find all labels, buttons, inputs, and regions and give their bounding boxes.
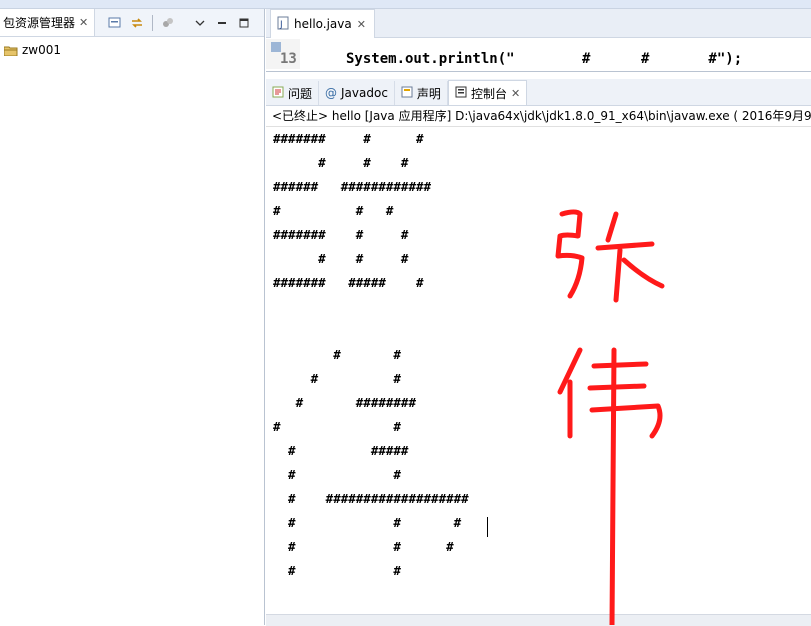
text-caret xyxy=(487,517,488,537)
console-output-line: # # # xyxy=(273,515,462,530)
tab-console[interactable]: 控制台 ✕ xyxy=(447,80,528,105)
editor-area: J hello.java ✕ 13 System.out.println(" #… xyxy=(266,9,811,72)
console-output-line: # # xyxy=(273,371,401,386)
console-output-line: # # xyxy=(273,347,401,362)
console-output-line: # # # xyxy=(273,251,409,266)
link-with-editor-icon[interactable] xyxy=(130,16,144,30)
view-menu-icon[interactable] xyxy=(193,16,207,30)
console-output[interactable]: ####### # # # # # ###### ############ # # … xyxy=(266,127,811,583)
close-icon[interactable]: ✕ xyxy=(79,16,88,29)
console-view-tabs: 问题 @ Javadoc 声明 控制台 ✕ xyxy=(266,79,811,106)
console-output-line: # ######## xyxy=(273,395,416,410)
console-output-line: # ##### xyxy=(273,443,409,458)
console-output-line: ####### ##### # xyxy=(273,275,424,290)
maximize-icon[interactable] xyxy=(237,16,251,30)
editor-tab-bar: J hello.java ✕ xyxy=(266,9,811,38)
tab-label: 声明 xyxy=(416,86,441,101)
declaration-icon xyxy=(401,86,413,101)
console-output-line: # # # xyxy=(273,203,394,218)
tab-problems[interactable]: 问题 xyxy=(266,81,320,105)
console-status-line: <已终止> hello [Java 应用程序] D:\java64x\jdk\j… xyxy=(266,106,811,127)
console-view: 问题 @ Javadoc 声明 控制台 ✕ <已终止> hello [Java … xyxy=(266,79,811,625)
project-name: zw001 xyxy=(22,43,62,57)
tab-javadoc[interactable]: @ Javadoc xyxy=(319,81,395,105)
tab-declaration[interactable]: 声明 xyxy=(395,81,448,105)
console-output-line: ###### ############ xyxy=(273,179,432,194)
close-icon[interactable]: ✕ xyxy=(357,18,366,31)
project-folder-icon xyxy=(3,45,18,56)
editor-tab-hello-java[interactable]: J hello.java ✕ xyxy=(270,9,375,38)
package-explorer-title: 包资源管理器 xyxy=(3,16,76,30)
svg-text:J: J xyxy=(279,20,283,30)
console-output-line: # # xyxy=(273,563,401,578)
console-output-line: ####### # # xyxy=(273,131,424,146)
console-output-line: # # xyxy=(273,419,401,434)
code-text: System.out.println(" # # #"); xyxy=(346,51,743,67)
java-file-icon: J xyxy=(277,16,289,33)
tree-item-project[interactable]: zw001 xyxy=(3,41,264,59)
tab-label: 控制台 xyxy=(470,86,507,101)
focus-icon[interactable] xyxy=(161,16,175,30)
console-output-line: ####### # # xyxy=(273,227,409,242)
tab-label: 问题 xyxy=(288,86,313,101)
toolbar-separator xyxy=(152,14,153,31)
window-top-strip xyxy=(0,0,811,9)
console-output-line: # # xyxy=(273,467,401,482)
console-output-line: # # # xyxy=(273,155,409,170)
at-icon: @ xyxy=(325,86,338,100)
package-explorer-tab[interactable]: 包资源管理器 ✕ xyxy=(0,9,96,36)
horizontal-scrollbar[interactable] xyxy=(266,614,811,626)
project-tree: zw001 xyxy=(0,37,264,59)
tab-label: Javadoc xyxy=(341,86,388,100)
line-number: 13 xyxy=(280,51,297,67)
view-toolbar xyxy=(108,9,251,36)
editor-tab-label: hello.java xyxy=(294,17,352,31)
console-output-line: # # # xyxy=(273,539,454,554)
collapse-all-icon[interactable] xyxy=(108,16,122,30)
minimize-icon[interactable] xyxy=(215,16,229,30)
problems-icon xyxy=(272,86,284,101)
package-explorer-header: 包资源管理器 ✕ xyxy=(0,9,264,37)
console-output-line: # ################### xyxy=(273,491,469,506)
close-icon[interactable]: ✕ xyxy=(511,87,520,100)
code-line[interactable]: 13 System.out.println(" # # #"); xyxy=(266,39,811,69)
package-explorer-view: 包资源管理器 ✕ zw001 xyxy=(0,9,265,625)
console-icon xyxy=(455,86,467,101)
